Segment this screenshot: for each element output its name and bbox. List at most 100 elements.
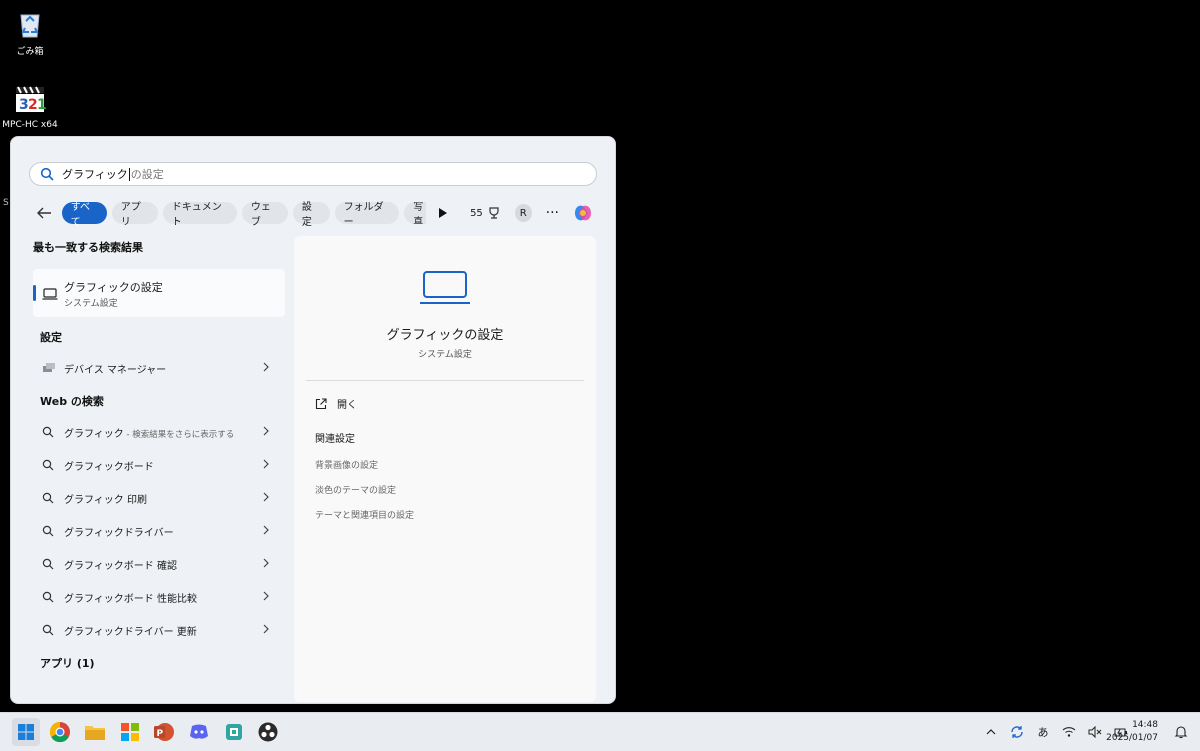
web-search-heading: Web の検索 — [40, 395, 104, 408]
mpc-hc-icon: 3 2 1 — [13, 82, 47, 116]
rewards-trophy-icon — [489, 207, 499, 219]
result-label: グラフィックボード — [64, 461, 154, 473]
settings-section-heading: 設定 — [40, 331, 62, 344]
search-icon — [42, 425, 56, 439]
related-settings-heading: 関連設定 — [315, 434, 355, 445]
result-label: グラフィックドライバー 更新 — [64, 626, 197, 638]
filter-chip-photos[interactable]: 写真 — [404, 202, 427, 224]
desktop-icon-recycle-bin[interactable]: ごみ箱 — [0, 6, 60, 57]
search-icon — [42, 557, 56, 571]
sync-icon[interactable] — [1009, 724, 1025, 740]
result-hint: - 検索結果をさらに表示する — [123, 429, 235, 440]
best-match-result[interactable]: グラフィックの設定 システム設定 — [33, 269, 285, 317]
volume-muted-icon[interactable] — [1087, 724, 1103, 740]
windows-start-icon[interactable] — [12, 718, 40, 746]
notification-bell-icon[interactable] — [1174, 724, 1188, 739]
clock[interactable]: 14:48 2025/01/07 — [1106, 719, 1158, 745]
search-results-list: 最も一致する検索結果 グラフィックの設定 システム設定 設定 デバイス マネージ… — [33, 239, 289, 670]
svg-text:P: P — [157, 729, 164, 739]
powerpoint-icon[interactable]: P — [152, 720, 176, 744]
web-result-4[interactable]: グラフィックドライバー — [33, 516, 285, 546]
chevron-right-icon — [263, 591, 273, 604]
search-icon — [42, 623, 56, 637]
web-result-1[interactable]: グラフィック - 検索結果をさらに表示する — [33, 417, 285, 447]
clock-time: 14:48 — [1132, 720, 1158, 730]
back-button[interactable] — [35, 203, 54, 223]
laptop-icon — [419, 270, 471, 306]
wifi-icon[interactable] — [1061, 724, 1077, 740]
divider — [306, 380, 584, 381]
detail-title: グラフィックの設定 — [386, 328, 504, 343]
microsoft-store-icon[interactable] — [118, 720, 142, 744]
scroll-filters-button[interactable] — [433, 207, 452, 219]
chevron-up-icon[interactable] — [983, 724, 999, 740]
search-icon — [42, 491, 56, 505]
discord-icon[interactable] — [187, 720, 211, 744]
open-label: 開く — [337, 400, 357, 411]
copilot-icon[interactable] — [571, 201, 595, 225]
chevron-right-icon — [263, 426, 273, 439]
chevron-right-icon — [263, 362, 273, 375]
chevron-right-icon — [263, 525, 273, 538]
desktop-icon-label: ごみ箱 — [16, 47, 44, 57]
web-result-3[interactable]: グラフィック 印刷 — [33, 483, 285, 513]
result-label: グラフィック — [64, 428, 124, 440]
result-detail-pane: グラフィックの設定 システム設定 開く 関連設定 背景画像の設定 淡色のテーマの… — [294, 236, 596, 702]
chevron-right-icon — [263, 558, 273, 571]
svg-text:1: 1 — [37, 97, 47, 113]
apps-section-heading[interactable]: アプリ (1) — [40, 655, 95, 671]
search-filter-bar: すべて アプリ ドキュメント ウェブ 設定 フォルダー 写真 55 R ··· — [35, 201, 595, 228]
clock-date: 2025/01/07 — [1106, 733, 1158, 743]
filter-chip-documents[interactable]: ドキュメント — [162, 202, 237, 228]
filter-chip-web[interactable]: ウェブ — [241, 202, 288, 228]
web-result-6[interactable]: グラフィックボード 性能比較 — [33, 582, 285, 612]
web-result-7[interactable]: グラフィックドライバー 更新 — [33, 615, 285, 645]
user-avatar[interactable]: R — [514, 204, 532, 222]
text-caret — [128, 167, 130, 181]
rewards-points[interactable]: 55 — [470, 206, 501, 220]
filter-chip-apps[interactable]: アプリ — [111, 202, 158, 228]
search-input[interactable]: グラフィック の設定 — [29, 162, 597, 186]
web-result-2[interactable]: グラフィックボード — [33, 450, 285, 480]
result-device-manager[interactable]: デバイス マネージャー — [33, 353, 285, 383]
desktop-partial-label: S — [3, 198, 9, 208]
best-match-subtitle: システム設定 — [64, 299, 118, 309]
result-label: グラフィックドライバー — [64, 527, 174, 539]
search-icon — [42, 458, 56, 472]
chevron-right-icon — [263, 492, 273, 505]
desktop-icon-mpc-hc[interactable]: 3 2 1 MPC-HC x64 — [0, 82, 60, 130]
recycle-bin-icon — [13, 6, 47, 40]
chevron-right-icon — [263, 459, 273, 472]
laptop-icon — [42, 286, 58, 300]
related-link-themes[interactable]: テーマと関連項目の設定 — [315, 508, 414, 521]
taskbar: P あ 14:48 2025/01/07 — [0, 712, 1200, 751]
best-match-heading: 最も一致する検索結果 — [33, 241, 143, 254]
filter-chip-settings[interactable]: 設定 — [292, 202, 330, 228]
detail-subtitle: システム設定 — [418, 350, 472, 360]
related-link-background[interactable]: 背景画像の設定 — [315, 458, 378, 471]
related-link-light-theme[interactable]: 淡色のテーマの設定 — [315, 483, 396, 496]
result-label: グラフィックボード 性能比較 — [64, 593, 197, 605]
rewards-points-value: 55 — [470, 207, 483, 219]
filter-chip-all[interactable]: すべて — [61, 202, 107, 228]
search-suggestion-text: の設定 — [130, 168, 164, 181]
search-typed-text: グラフィック — [62, 168, 128, 181]
chrome-icon[interactable] — [48, 720, 72, 744]
search-icon — [42, 590, 56, 604]
file-explorer-icon[interactable] — [83, 720, 107, 744]
result-label: グラフィック 印刷 — [64, 494, 147, 506]
obs-icon[interactable] — [256, 720, 280, 744]
search-icon — [40, 167, 54, 181]
open-external-icon — [315, 397, 327, 410]
best-match-title: グラフィックの設定 — [64, 281, 163, 294]
filter-chip-folders[interactable]: フォルダー — [334, 202, 400, 228]
chevron-right-icon — [263, 624, 273, 637]
web-result-5[interactable]: グラフィックボード 確認 — [33, 549, 285, 579]
selection-indicator — [33, 285, 36, 301]
open-action[interactable]: 開く — [315, 396, 357, 411]
device-manager-icon — [42, 361, 56, 375]
result-label: デバイス マネージャー — [64, 364, 167, 376]
ime-indicator[interactable]: あ — [1035, 724, 1051, 740]
more-options-button[interactable]: ··· — [546, 206, 559, 220]
app-icon[interactable] — [222, 720, 246, 744]
